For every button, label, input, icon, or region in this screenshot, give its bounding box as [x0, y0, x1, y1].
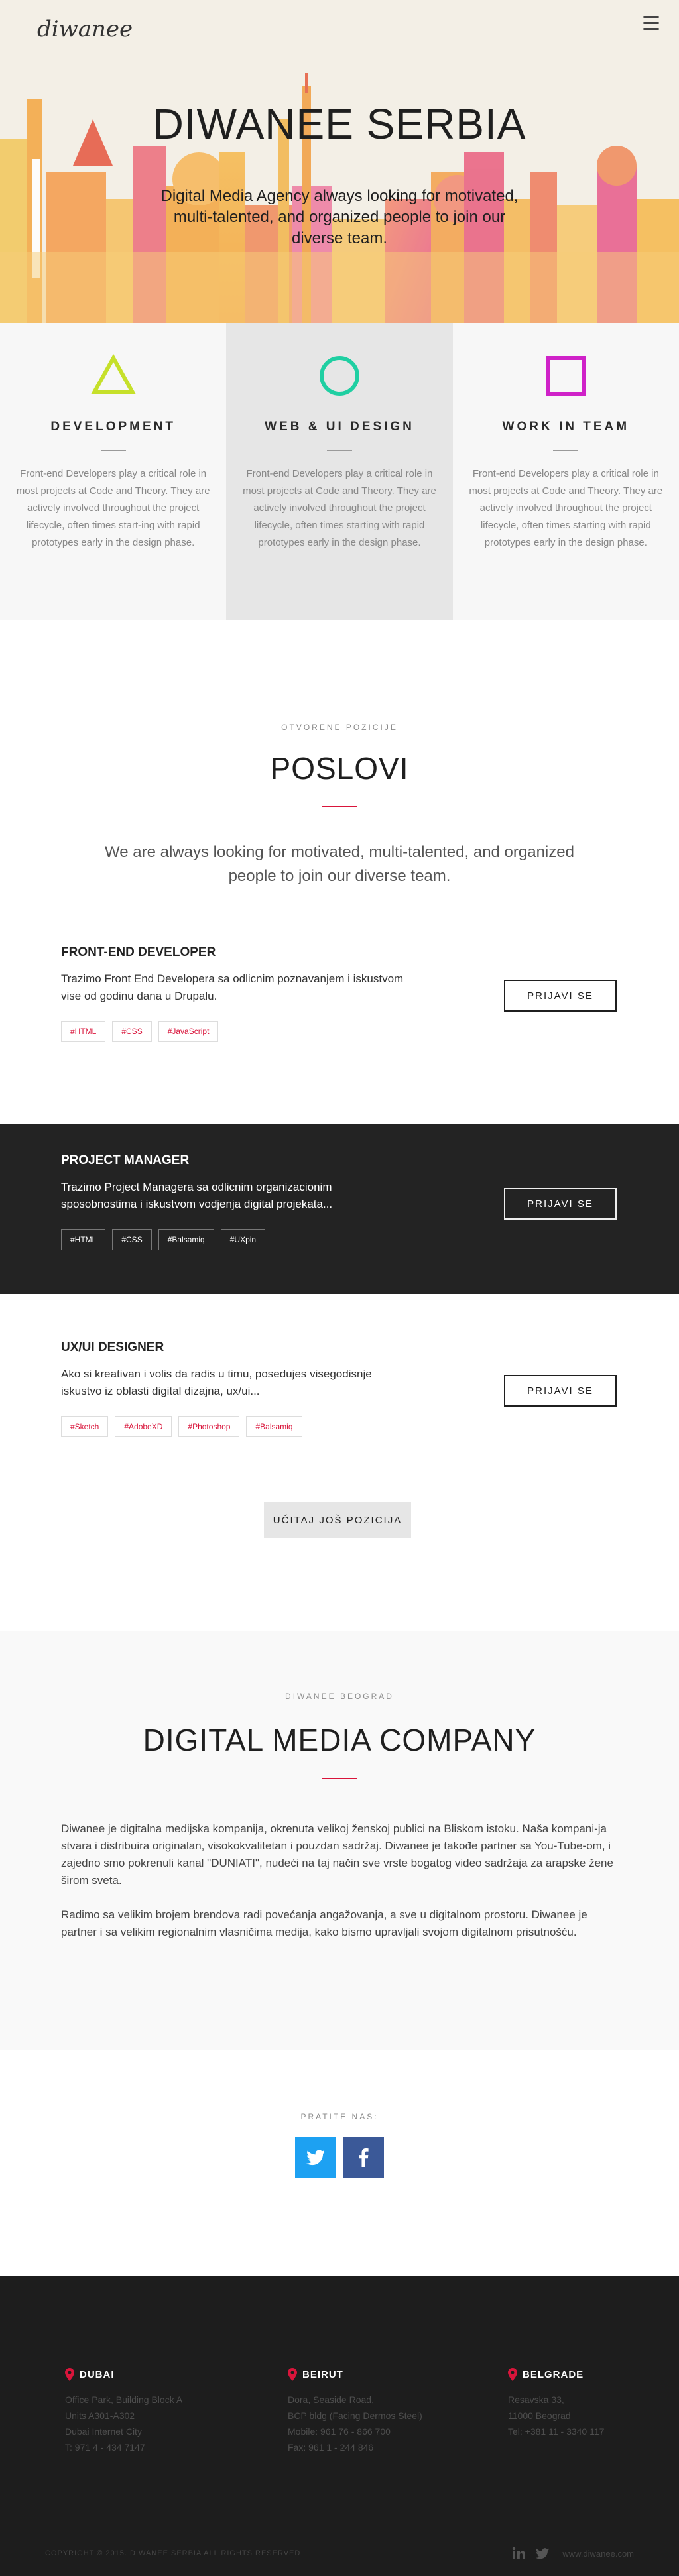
tag[interactable]: #UXpin — [220, 1229, 266, 1250]
features-section: DEVELOPMENT Front-end Developers play a … — [0, 323, 679, 620]
feature-work-in-team: WORK IN TEAM Front-end Developers play a… — [452, 323, 679, 620]
triangle-icon — [90, 353, 136, 394]
office-line: Office Park, Building Block A — [65, 2394, 183, 2405]
job-description: Ako si kreativan i volis da radis u timu… — [61, 1368, 372, 1397]
apply-button[interactable]: PRIJAVI SE — [504, 980, 617, 1012]
footer: DUBAI Office Park, Building Block A Unit… — [0, 2276, 679, 2576]
twitter-icon[interactable] — [536, 2547, 550, 2559]
location-pin-icon — [65, 2368, 74, 2381]
tag[interactable]: #HTML — [61, 1021, 106, 1042]
logo-text: diwanee — [37, 16, 133, 42]
section-title: POSLOVI — [270, 751, 409, 786]
divider — [322, 806, 357, 807]
job-title: PROJECT MANAGER — [61, 1153, 190, 1167]
office-line: Tel: +381 11 - 3340 117 — [508, 2426, 605, 2437]
job-description: Trazimo Project Managera sa odlicnim org… — [61, 1181, 333, 1210]
feature-web-ui-design: WEB & UI DESIGN Front-end Developers pla… — [226, 323, 453, 620]
feature-development: DEVELOPMENT Front-end Developers play a … — [0, 323, 227, 620]
divider — [100, 450, 126, 451]
facebook-button[interactable] — [343, 2137, 384, 2178]
tag[interactable]: #AdobeXD — [115, 1416, 172, 1437]
office-belgrade: BELGRADE Resavska 33, 11000 Beograd Tel:… — [508, 2368, 667, 2439]
tag[interactable]: #Sketch — [61, 1416, 109, 1437]
section-lead: We are always looking for motivated, mul… — [105, 843, 574, 885]
job-title: UX/UI DESIGNER — [61, 1340, 164, 1354]
circle-icon — [319, 356, 359, 396]
apply-button[interactable]: PRIJAVI SE — [504, 1375, 617, 1407]
office-city: BEIRUT — [302, 2369, 343, 2380]
office-line: Fax: 961 1 - 244 846 — [288, 2442, 374, 2453]
twitter-button[interactable] — [295, 2137, 336, 2178]
tag[interactable]: #Balsamiq — [158, 1229, 214, 1250]
hero-subtitle: Digital Media Agency always looking for … — [160, 187, 519, 247]
office-city: BELGRADE — [523, 2369, 584, 2380]
company-paragraph: Radimo sa velikim brojem brendova radi p… — [61, 1908, 587, 1938]
job-listing: PROJECT MANAGER Trazimo Project Managera… — [0, 1124, 679, 1294]
divider — [326, 450, 352, 451]
tag[interactable]: #CSS — [112, 1229, 152, 1250]
job-description: Trazimo Front End Developera sa odlicnim… — [61, 972, 404, 1002]
feature-text: Front-end Developers play a critical rol… — [16, 468, 210, 548]
company-paragraph: Diwanee je digitalna medijska kompanija,… — [61, 1822, 613, 1887]
tag-list: #Sketch #AdobeXD #Photoshop #Balsamiq — [61, 1416, 618, 1437]
feature-text: Front-end Developers play a critical rol… — [243, 468, 436, 548]
hero-title: DIWANEE SERBIA — [153, 100, 526, 148]
divider — [322, 1778, 357, 1779]
location-pin-icon — [508, 2368, 517, 2381]
hero-section: diwanee DIWANEE SERBIA Digital Media Age… — [0, 0, 679, 323]
social-section: PRATITE NAS: — [0, 2050, 679, 2276]
location-pin-icon — [288, 2368, 297, 2381]
tag-list: #HTML #CSS #Balsamiq #UXpin — [61, 1229, 618, 1250]
tag[interactable]: #Balsamiq — [246, 1416, 302, 1437]
office-beirut: BEIRUT Dora, Seaside Road, BCP bldg (Fac… — [288, 2368, 447, 2455]
tag[interactable]: #HTML — [61, 1229, 106, 1250]
site-link[interactable]: www.diwanee.com — [562, 2549, 634, 2559]
square-icon — [546, 356, 586, 396]
tag[interactable]: #JavaScript — [158, 1021, 219, 1042]
feature-title: WORK IN TEAM — [502, 420, 630, 434]
feature-title: DEVELOPMENT — [50, 420, 176, 434]
feature-text: Front-end Developers play a critical rol… — [469, 468, 663, 548]
tag-list: #HTML #CSS #JavaScript — [61, 1021, 618, 1042]
city-skyline-illustration — [0, 0, 679, 323]
office-line: Mobile: 961 76 - 866 700 — [288, 2426, 391, 2437]
hamburger-menu-icon[interactable] — [639, 12, 663, 36]
twitter-icon — [306, 2150, 325, 2166]
social-label: PRATITE NAS: — [300, 2112, 379, 2121]
feature-title: WEB & UI DESIGN — [265, 420, 414, 434]
job-title: FRONT-END DEVELOPER — [61, 945, 216, 959]
company-section: DIWANEE BEOGRAD DIGITAL MEDIA COMPANY Di… — [0, 1631, 679, 2050]
office-dubai: DUBAI Office Park, Building Block A Unit… — [65, 2368, 224, 2455]
divider — [553, 450, 579, 451]
footer-bottom-bar: COPYRIGHT © 2015. DIWANEE SERBIA ALL RIG… — [45, 2547, 634, 2560]
tag[interactable]: #Photoshop — [178, 1416, 240, 1437]
social-icons — [0, 2137, 679, 2178]
office-line: Units A301-A302 — [65, 2410, 135, 2421]
copyright: COPYRIGHT © 2015. DIWANEE SERBIA ALL RIG… — [45, 2549, 301, 2557]
facebook-icon — [359, 2148, 369, 2167]
load-more-area: UČITAJ JOŠ POZICIJA — [0, 1480, 679, 1631]
section-eyebrow: DIWANEE BEOGRAD — [285, 1692, 394, 1701]
office-line: BCP bldg (Facing Dermos Steel) — [288, 2410, 422, 2421]
apply-button[interactable]: PRIJAVI SE — [504, 1188, 617, 1220]
linkedin-icon[interactable] — [512, 2547, 526, 2560]
office-line: Resavska 33, — [508, 2394, 564, 2405]
office-city: DUBAI — [80, 2369, 115, 2380]
logo[interactable]: diwanee — [37, 16, 133, 42]
company-description: Diwanee je digitalna medijska kompanija,… — [61, 1820, 618, 1941]
job-listing: UX/UI DESIGNER Ako si kreativan i volis … — [0, 1294, 679, 1480]
load-more-button[interactable]: UČITAJ JOŠ POZICIJA — [264, 1502, 411, 1538]
office-line: Dubai Internet City — [65, 2426, 142, 2437]
office-line: T: 971 4 - 434 7147 — [65, 2442, 145, 2453]
office-line: 11000 Beograd — [508, 2410, 571, 2421]
tag[interactable]: #CSS — [112, 1021, 152, 1042]
section-eyebrow: OTVORENE POZICIJE — [281, 723, 398, 732]
jobs-section: OTVORENE POZICIJE POSLOVI We are always … — [0, 620, 679, 1631]
job-listing: FRONT-END DEVELOPER Trazimo Front End De… — [0, 945, 679, 1124]
office-line: Dora, Seaside Road, — [288, 2394, 374, 2405]
section-title: DIGITAL MEDIA COMPANY — [143, 1723, 536, 1757]
